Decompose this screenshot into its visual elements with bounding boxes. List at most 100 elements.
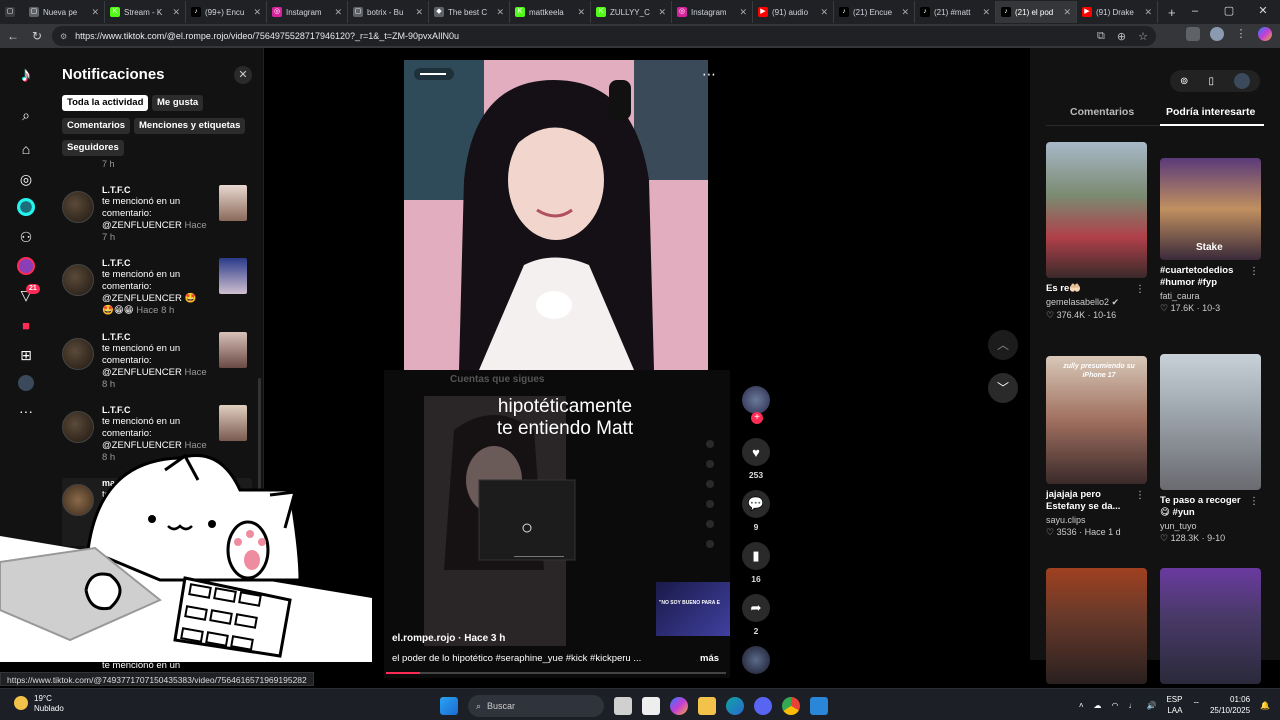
- video-author[interactable]: el.rompe.rojo · Hace 3 h: [392, 633, 505, 644]
- previous-video-button[interactable]: ︿: [988, 330, 1018, 360]
- browser-tab[interactable]: K Stream - K ✕: [105, 1, 186, 23]
- browser-tab[interactable]: ♪ (21) el pod ✕: [996, 1, 1077, 23]
- card-more-icon[interactable]: ⋮: [1249, 266, 1259, 277]
- taskbar-search[interactable]: ⌕ Buscar: [468, 695, 604, 717]
- volume-icon[interactable]: 🔊: [1146, 701, 1156, 710]
- following-icon[interactable]: [17, 198, 35, 216]
- video-thumbnail[interactable]: [1160, 354, 1261, 490]
- video-thumbnail[interactable]: [1160, 568, 1261, 684]
- browser-tab[interactable]: ▢ botrix - Bu ✕: [348, 1, 429, 23]
- video-progress-bar[interactable]: [386, 672, 726, 674]
- reload-icon[interactable]: ↻: [30, 29, 44, 43]
- friends-icon[interactable]: ⚇: [17, 228, 35, 246]
- volume-slider[interactable]: [414, 68, 454, 80]
- avatar[interactable]: [62, 338, 94, 370]
- chip-followers[interactable]: Seguidores: [62, 140, 124, 156]
- notification-thumbnail[interactable]: [219, 332, 247, 368]
- card-user[interactable]: fati_caura: [1160, 291, 1261, 301]
- notification-username[interactable]: L.T.F.C: [102, 405, 131, 415]
- card-title[interactable]: jajajaja pero Estefany se da...: [1046, 489, 1138, 513]
- list-item[interactable]: L.T.F.C te mencionó en un comentario: @Z…: [62, 332, 252, 400]
- new-tab-icon[interactable]: +: [1168, 5, 1176, 20]
- app-icon[interactable]: [810, 697, 828, 715]
- close-window-icon[interactable]: ✕: [1246, 0, 1280, 24]
- profile-icon[interactable]: [17, 374, 35, 392]
- list-item[interactable]: L.T.F.C te mencionó en un comentario: @Z…: [62, 258, 252, 326]
- card-user[interactable]: gemelasabello2 ✔: [1046, 297, 1147, 308]
- tab-close-icon[interactable]: ✕: [253, 7, 261, 18]
- weather-widget[interactable]: 19°C Nublado: [14, 694, 64, 714]
- home-icon[interactable]: ⌂: [17, 140, 35, 158]
- cloud-icon[interactable]: ☁: [1093, 701, 1101, 710]
- browser-tab[interactable]: ▶ (91) Drake ✕: [1077, 1, 1158, 23]
- tab-you-may-like[interactable]: Podría interesarte: [1166, 106, 1255, 118]
- tab-close-icon[interactable]: ✕: [496, 7, 504, 18]
- notification-thumbnail[interactable]: [219, 258, 247, 294]
- mini-player[interactable]: "NO SOY BUENO PARA E: [656, 582, 730, 636]
- tab-close-icon[interactable]: ✕: [820, 7, 828, 18]
- tab-close-icon[interactable]: ✕: [334, 7, 342, 18]
- avatar[interactable]: [742, 386, 770, 414]
- tab-close-icon[interactable]: ✕: [1063, 7, 1071, 18]
- tab-close-icon[interactable]: ✕: [1144, 7, 1152, 18]
- chip-all-activity[interactable]: Toda la actividad: [62, 95, 149, 111]
- notification-username[interactable]: L.T.F.C: [102, 332, 131, 342]
- share-button[interactable]: ➦ 2: [740, 594, 772, 636]
- video-more-icon[interactable]: ⋯: [702, 66, 716, 83]
- clock[interactable]: 01:06 25/10/2025: [1210, 694, 1250, 716]
- chip-likes[interactable]: Me gusta: [152, 95, 204, 111]
- browser-tab[interactable]: ◎ Instagram ✕: [672, 1, 753, 23]
- chip-mentions[interactable]: Menciones y etiquetas: [134, 118, 246, 134]
- browser-tab[interactable]: ▶ (91) audio ✕: [753, 1, 834, 23]
- close-icon[interactable]: ✕: [234, 66, 252, 84]
- tiktok-logo-icon[interactable]: ♪: [17, 64, 35, 86]
- upload-icon[interactable]: ⊞: [17, 346, 35, 364]
- video-thumbnail[interactable]: Stake: [1160, 158, 1261, 260]
- menu-dots-icon[interactable]: ⋮: [1234, 27, 1248, 41]
- recommended-video-card[interactable]: Te paso a recoger 😋 #yun ⋮ yun_tuyo ♡ 12…: [1160, 354, 1261, 544]
- maximize-icon[interactable]: ▢: [1212, 0, 1246, 24]
- browser-tab[interactable]: ♪ (99+) Encu ✕: [186, 1, 267, 23]
- edge-icon[interactable]: [726, 697, 744, 715]
- site-info-icon[interactable]: ⚙: [60, 32, 67, 41]
- user-avatar-icon[interactable]: [1233, 73, 1250, 89]
- browser-tab[interactable]: K ZULLYY_C ✕: [591, 1, 672, 23]
- streamer-video[interactable]: [404, 60, 708, 370]
- profile-avatar-icon[interactable]: [1210, 27, 1224, 41]
- video-thumbnail[interactable]: [1046, 568, 1147, 684]
- next-video-button[interactable]: ﹀: [988, 373, 1018, 403]
- card-user[interactable]: yun_tuyo: [1160, 521, 1261, 531]
- card-user[interactable]: sayu.clips: [1046, 515, 1147, 525]
- chrome-icon[interactable]: [782, 697, 800, 715]
- card-more-icon[interactable]: ⋮: [1135, 284, 1145, 295]
- discord-icon[interactable]: [754, 697, 772, 715]
- card-title[interactable]: Te paso a recoger 😋 #yun: [1160, 495, 1252, 519]
- browser-tab[interactable]: ◎ Instagram ✕: [267, 1, 348, 23]
- video-thumbnail[interactable]: [1046, 142, 1147, 278]
- tab-close-icon[interactable]: ✕: [172, 7, 180, 18]
- save-button[interactable]: ▮ 16: [740, 542, 772, 584]
- messages-icon[interactable]: ■: [17, 316, 35, 334]
- tab-close-icon[interactable]: ✕: [415, 7, 423, 18]
- more-link[interactable]: más: [700, 653, 719, 664]
- file-explorer-icon[interactable]: [698, 697, 716, 715]
- refresh-icon[interactable]: ⊚: [1180, 76, 1188, 87]
- wifi-signal-icon[interactable]: ⌔: [1192, 700, 1200, 710]
- card-more-icon[interactable]: ⋮: [1135, 490, 1145, 501]
- avatar[interactable]: [62, 264, 94, 296]
- author-avatar[interactable]: +: [740, 386, 772, 424]
- back-icon[interactable]: ←: [6, 29, 20, 43]
- notification-username[interactable]: L.T.F.C: [102, 185, 131, 195]
- recommended-video-card[interactable]: [1160, 568, 1261, 684]
- notification-thumbnail[interactable]: [219, 185, 247, 221]
- tab-menu[interactable]: ▢: [0, 1, 24, 23]
- search-icon[interactable]: ⌕: [17, 106, 35, 124]
- bookmark-star-icon[interactable]: ☆: [1138, 30, 1148, 43]
- sound-disc[interactable]: [740, 646, 772, 674]
- browser-tab[interactable]: ◆ The best C ✕: [429, 1, 510, 23]
- copilot-icon[interactable]: [670, 697, 688, 715]
- like-button[interactable]: ♥ 253: [740, 438, 772, 480]
- video-thumbnail[interactable]: zully presumiendo su iPhone 17: [1046, 356, 1147, 484]
- tab-close-icon[interactable]: ✕: [739, 7, 747, 18]
- chevron-up-icon[interactable]: ˄: [1079, 701, 1084, 710]
